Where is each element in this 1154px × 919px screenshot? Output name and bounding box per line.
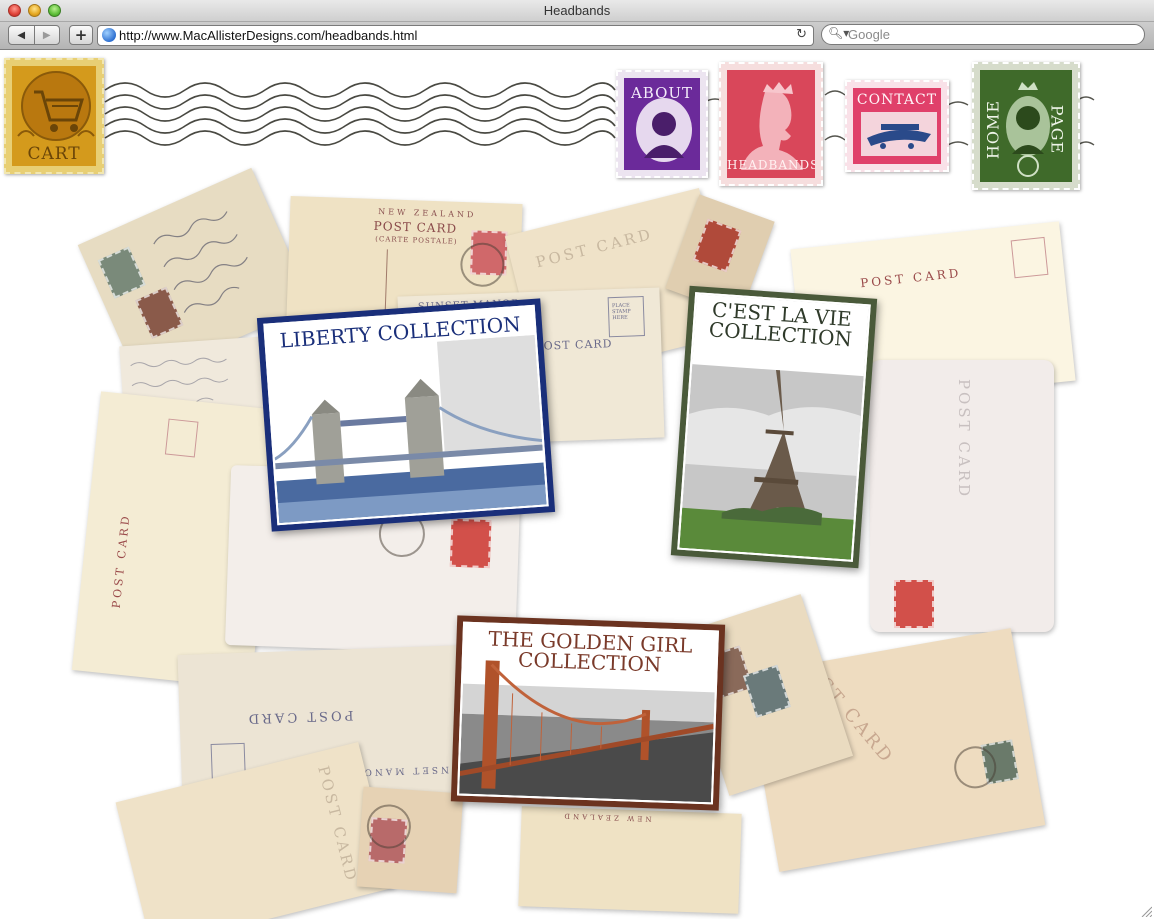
search-icon[interactable]: 🔍︎▾ [828, 26, 849, 40]
cart-stamp-link[interactable]: CART [4, 58, 104, 174]
card-p-label: NEW ZEALAND [561, 811, 652, 823]
page-label: PAGE [1047, 104, 1067, 155]
card-j-label: POST CARD [955, 378, 974, 500]
place-stamp-g: PLACE STAMP HERE [611, 302, 631, 322]
cart-label: CART [27, 144, 81, 164]
postcard-under-golden: NEW ZEALAND [518, 806, 742, 914]
home-page-stamp-link[interactable]: HOME PAGE [972, 62, 1080, 190]
plus-icon: + [74, 25, 88, 44]
card-n-label: POST CARD [314, 763, 361, 885]
card-g-label: POST CARD [535, 337, 613, 353]
back-arrow-icon: ◀ [17, 29, 26, 41]
postcard-bottom-middle [356, 786, 464, 894]
web-page: CART ABOUT HEADBANDS CONTACT HOME PAGE N… [0, 50, 1154, 919]
forward-button[interactable]: ▶ [33, 26, 60, 44]
tower-bridge-image [267, 334, 547, 524]
search-placeholder: Google [848, 27, 890, 42]
envelope-right: POST CARD [870, 360, 1054, 632]
forward-arrow-icon: ▶ [42, 29, 51, 41]
reload-icon[interactable]: ↻ [796, 27, 807, 42]
about-label: ABOUT [630, 84, 694, 102]
pc-stamp-right-env [894, 580, 934, 628]
nz-label: NEW ZEALAND [378, 207, 477, 220]
contact-label: CONTACT [856, 92, 938, 108]
pc-stamp-d [692, 218, 742, 273]
golden-girl-collection-link[interactable]: THE GOLDEN GIRL COLLECTION [450, 615, 726, 811]
window-title: Headbands [543, 3, 611, 18]
resize-grip-icon[interactable] [1140, 905, 1152, 917]
card-h-label: POST CARD [109, 512, 133, 609]
headbands-stamp-link[interactable]: HEADBANDS [719, 62, 823, 186]
about-stamp-link[interactable]: ABOUT [616, 70, 708, 178]
card-c-label: POST CARD [533, 224, 655, 272]
liberty-collection-link[interactable]: LIBERTY COLLECTION [256, 298, 556, 532]
nz-carte-postale: (CARTE POSTALE) [375, 234, 458, 246]
cest-la-vie-collection-link[interactable]: C'EST LA VIE COLLECTION [670, 285, 878, 569]
window-titlebar: Headbands [0, 0, 1154, 22]
address-bar[interactable]: http://www.MacAllisterDesigns.com/headba… [97, 25, 814, 46]
card-m-label: POST CARD [245, 707, 354, 726]
add-bookmark-button[interactable]: + [69, 25, 93, 45]
nz-postmark [459, 241, 506, 288]
home-label: HOME [983, 99, 1003, 160]
browser-toolbar: ◀ ▶ + http://www.MacAllisterDesigns.com/… [0, 22, 1154, 50]
pc-stamp-ml-2 [743, 664, 791, 718]
history-nav: ◀ ▶ [8, 25, 60, 45]
pc-stamp-envelope [449, 518, 492, 569]
back-button[interactable]: ◀ [9, 26, 34, 44]
contact-stamp-link[interactable]: CONTACT [845, 80, 949, 172]
postcard-bottom-left: POST CARD [115, 741, 395, 919]
headbands-label: HEADBANDS [727, 158, 815, 172]
nz-postcard-label: POST CARD [373, 218, 458, 236]
url-text[interactable]: http://www.MacAllisterDesigns.com/headba… [119, 28, 417, 43]
globe-icon [102, 28, 116, 42]
card-e-label: POST CARD [859, 265, 962, 291]
search-field[interactable]: 🔍︎▾ Google [821, 24, 1145, 45]
